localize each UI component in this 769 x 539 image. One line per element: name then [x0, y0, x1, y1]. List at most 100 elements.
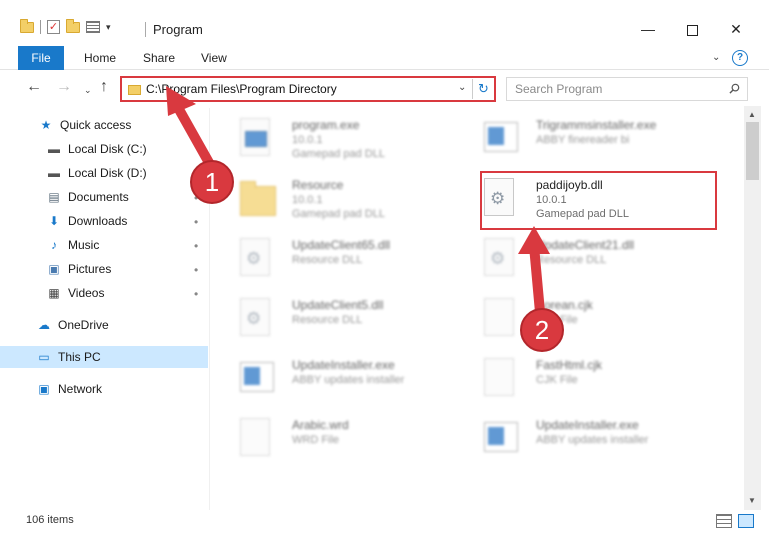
sidebar-item[interactable]: ▣ Pictures •: [0, 258, 208, 280]
pictures-icon: ▣: [48, 262, 60, 276]
details-view-icon[interactable]: [716, 514, 732, 528]
address-dropdown-icon[interactable]: ⌄: [458, 82, 466, 93]
file-description: CJK File: [536, 374, 578, 386]
maximize-icon: [686, 24, 698, 36]
file-name: UpdateClient21.dll: [536, 238, 635, 252]
file-icon: [484, 298, 520, 340]
file-description: ABBY updates installer: [536, 434, 649, 446]
file-description: Gamepad pad DLL: [292, 148, 385, 160]
app-icon: [240, 118, 276, 160]
divider: [40, 20, 41, 34]
tab-home[interactable]: Home: [84, 46, 116, 70]
file-item[interactable]: UpdateInstaller.exe ABBY updates installe…: [226, 352, 476, 402]
file-name: UpdateClient65.dll: [292, 238, 391, 252]
new-folder-icon[interactable]: [66, 18, 80, 33]
search-input[interactable]: Search Program: [506, 77, 748, 101]
navigation-pane: ★ Quick access ▬ Local Disk (C:) ▬ Local Disk…: [0, 108, 212, 510]
file-name: FastHtml.cjk: [536, 358, 602, 372]
sidebar-item-label: Documents: [68, 190, 129, 204]
item-count: 106 items: [26, 514, 74, 526]
file-item[interactable]: Korean.cjkCJK File: [470, 292, 720, 342]
installer-icon: [484, 118, 520, 160]
help-icon[interactable]: ?: [732, 50, 748, 66]
close-button[interactable]: ✕: [716, 18, 756, 40]
properties-check-icon[interactable]: ✓: [47, 20, 60, 34]
step-badge-1: 1: [190, 160, 234, 204]
file-version: 10.0.1: [292, 194, 323, 206]
sidebar-item[interactable]: ▬ Local Disk (D:): [0, 162, 208, 184]
folder-icon: [240, 178, 276, 220]
sidebar-item[interactable]: ▤Documents•: [0, 186, 208, 208]
maximize-button[interactable]: [672, 18, 712, 40]
sidebar-item[interactable]: ⬇ Downloads •: [0, 210, 208, 232]
file-name: Arabic.wrd: [292, 418, 349, 432]
sidebar-item-label: This PC: [58, 350, 101, 364]
step-badge-2: 2: [520, 308, 564, 352]
refresh-button[interactable]: ↻: [472, 79, 494, 99]
recent-locations-button[interactable]: ⌄: [84, 81, 92, 99]
expand-ribbon-icon[interactable]: ⌄: [712, 52, 720, 63]
properties-icon[interactable]: [86, 21, 100, 33]
sidebar-item[interactable]: ★ Quick access: [0, 114, 208, 136]
drive-icon: ▬: [48, 166, 60, 180]
quick-access-toolbar: ✓ ▾: [20, 18, 111, 34]
file-description: ABBY finereader bi: [536, 134, 630, 146]
scroll-down-icon[interactable]: ▼: [748, 496, 756, 505]
sidebar-item-label: OneDrive: [58, 318, 109, 332]
tab-file[interactable]: File: [18, 46, 64, 70]
up-button[interactable]: ↑: [100, 78, 108, 96]
pin-icon[interactable]: •: [194, 263, 198, 277]
documents-icon: ▤: [48, 190, 60, 204]
download-icon: ⬇: [48, 214, 60, 228]
divider: [145, 22, 146, 37]
sidebar-item[interactable]: ▣ Network: [0, 378, 208, 400]
address-bar[interactable]: C:\Program Files\Program Directory ⌄ ↻: [120, 76, 496, 102]
highlight-box: [480, 171, 717, 230]
forward-button[interactable]: →: [56, 78, 72, 96]
sidebar-item-label: Music: [68, 238, 100, 252]
file-description: Resource DLL: [292, 254, 363, 266]
address-path[interactable]: C:\Program Files\Program Directory: [146, 82, 337, 96]
vertical-scrollbar[interactable]: ▲ ▼: [744, 106, 761, 510]
customize-dropdown-icon[interactable]: ▾: [106, 22, 111, 33]
file-item[interactable]: Trigrammsinstaller.exe ABBY finereader bi: [470, 112, 720, 162]
file-item[interactable]: UpdateClient5.dll Resource DLL: [226, 292, 476, 342]
file-item[interactable]: UpdateInstaller.exe ABBY updates installe…: [470, 412, 720, 462]
file-description: ABBY updates installer: [292, 374, 405, 386]
tab-view[interactable]: View: [201, 46, 227, 70]
file-item[interactable]: UpdateClient65.dll Resource DLL: [226, 232, 476, 282]
scroll-up-icon[interactable]: ▲: [748, 110, 756, 119]
installer-icon: [240, 358, 276, 400]
sidebar-item-label: Local Disk (D:): [68, 166, 147, 180]
window-title: Program: [153, 22, 203, 37]
tab-share[interactable]: Share: [143, 46, 175, 70]
file-item[interactable]: Arabic.wrd WRD File: [226, 412, 476, 462]
status-bar: 106 items: [0, 510, 769, 539]
file-item[interactable]: UpdateClient21.dll Resource DLL: [470, 232, 720, 282]
pin-icon[interactable]: •: [194, 215, 198, 229]
file-item[interactable]: program.exe 10.0.1 Gamepad pad DLL: [226, 112, 476, 162]
back-button[interactable]: ←: [26, 78, 42, 96]
pin-icon[interactable]: •: [194, 239, 198, 253]
dll-gear-icon: [484, 238, 520, 280]
scroll-thumb[interactable]: [746, 122, 759, 180]
title-bar: ✓ ▾ Program — ✕: [0, 0, 769, 42]
folder-icon[interactable]: [20, 18, 34, 33]
file-item[interactable]: FastHtml.cjk CJK File: [470, 352, 720, 402]
sidebar-item-label: Network: [58, 382, 103, 396]
sidebar-item[interactable]: ♪ Music •: [0, 234, 208, 256]
navigation-bar: ← → ⌄ ↑ C:\Program Files\Program Directo…: [0, 72, 769, 104]
large-icons-view-icon[interactable]: [738, 514, 754, 528]
folder-icon: [128, 85, 141, 95]
file-name: Resource: [292, 178, 344, 192]
minimize-button[interactable]: —: [628, 18, 668, 40]
sidebar-item[interactable]: ▬ Local Disk (C:): [0, 138, 208, 160]
search-icon[interactable]: [729, 83, 740, 94]
sidebar-item[interactable]: ▭ This PC: [0, 346, 208, 368]
sidebar-item-label: Local Disk (C:): [68, 142, 147, 156]
pin-icon[interactable]: •: [194, 287, 198, 301]
sidebar-item[interactable]: ▦ Videos •: [0, 282, 208, 304]
sidebar-item[interactable]: ☁ OneDrive: [0, 314, 208, 336]
file-item[interactable]: Resource 10.0.1 Gamepad pad DLL: [226, 172, 476, 222]
star-icon: ★: [40, 118, 52, 132]
